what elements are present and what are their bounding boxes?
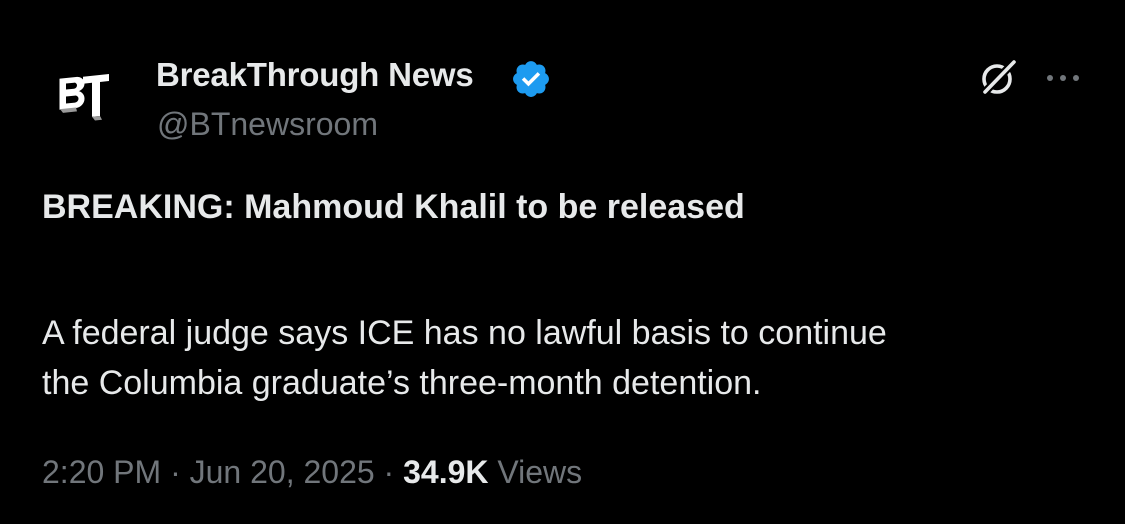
tweet-date[interactable]: Jun 20, 2025 xyxy=(190,454,375,490)
tweet-time[interactable]: 2:20 PM xyxy=(42,454,161,490)
tweet-card: BreakThrough News @BTnewsroom BREAKING: … xyxy=(0,0,1125,524)
bt-logo-icon[interactable] xyxy=(52,66,116,130)
meta-separator: · xyxy=(170,454,181,490)
tweet-headline: BREAKING: Mahmoud Khalil to be released xyxy=(42,188,745,226)
meta-separator: · xyxy=(383,454,395,490)
tweet-body: A federal judge says ICE has no lawful b… xyxy=(42,308,1102,408)
grok-icon[interactable] xyxy=(976,56,1020,100)
tweet-body-line: the Columbia graduate’s three-month dete… xyxy=(42,364,762,402)
author-name[interactable]: BreakThrough News xyxy=(156,56,474,94)
views-count: 34.9K xyxy=(403,454,489,490)
verified-badge-icon[interactable] xyxy=(510,58,552,100)
author-handle[interactable]: @BTnewsroom xyxy=(157,106,378,143)
views-label: Views xyxy=(497,454,583,490)
tweet-meta: 2:20 PM · Jun 20, 2025 · 34.9K Views xyxy=(42,454,582,491)
tweet-body-line: A federal judge says ICE has no lawful b… xyxy=(42,314,887,352)
more-options-icon[interactable] xyxy=(1044,66,1082,90)
